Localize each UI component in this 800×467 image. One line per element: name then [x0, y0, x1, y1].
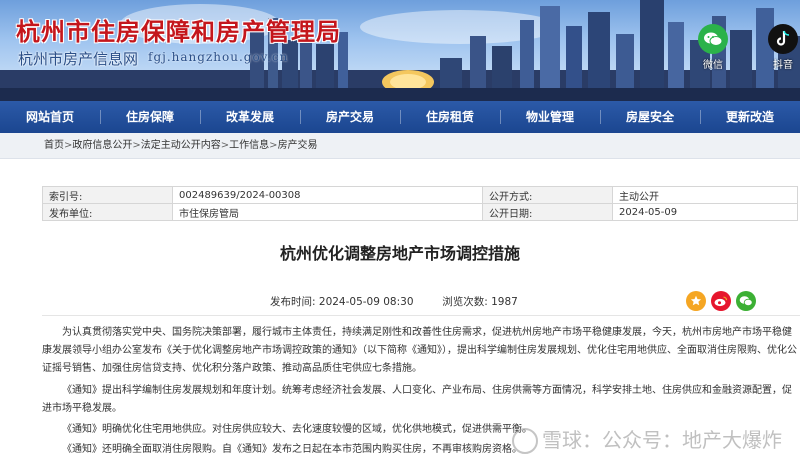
meta-method-label: 公开方式:	[482, 186, 613, 204]
breadcrumb-work-info[interactable]: 工作信息	[229, 140, 269, 151]
douyin-icon	[768, 24, 798, 54]
douyin-link[interactable]: 抖音	[766, 24, 800, 71]
site-domain: fgj.hangzhou.gov.cn	[148, 50, 289, 64]
document-meta-table: 索引号: 002489639/2024-00308 公开方式: 主动公开 发布单…	[42, 186, 798, 221]
article-paragraph: 《通知》提出科学编制住房发展规划和年度计划。统筹考虑经济社会发展、人口变化、产业…	[42, 385, 792, 414]
meta-index-label: 索引号:	[42, 186, 173, 204]
breadcrumb-gov-info[interactable]: 政府信息公开	[72, 140, 132, 151]
nav-item-housing-security[interactable]: 住房保障	[100, 101, 200, 133]
breadcrumb-statutory[interactable]: 法定主动公开内容	[141, 140, 221, 151]
views-label: 浏览次数:	[442, 296, 488, 308]
site-title[interactable]: 杭州市住房保障和房产管理局	[16, 12, 341, 47]
weibo-share-icon[interactable]	[711, 291, 731, 311]
meta-index-value: 002489639/2024-00308	[172, 186, 483, 204]
views-value: 1987	[491, 296, 518, 308]
meta-method-value: 主动公开	[612, 186, 798, 204]
wechat-share-icon[interactable]	[736, 291, 756, 311]
pub-time-label: 发布时间:	[270, 296, 316, 308]
douyin-label: 抖音	[773, 60, 793, 71]
breadcrumb: 首页>政府信息公开>法定主动公开内容>工作信息>房产交易	[0, 133, 800, 159]
site-banner: 杭州市住房保障和房产管理局 杭州市房产信息网 fgj.hangzhou.gov.…	[0, 0, 800, 101]
wechat-label: 微信	[703, 60, 723, 71]
meta-unit-label: 发布单位:	[42, 203, 173, 221]
breadcrumb-property-trade[interactable]: 房产交易	[278, 140, 318, 151]
meta-date-label: 公开日期:	[482, 203, 613, 221]
site-subtitle: 杭州市房产信息网	[18, 50, 139, 68]
watermark-text: 雪球：公众号：地产大爆炸	[542, 428, 782, 452]
nav-item-renewal[interactable]: 更新改造	[700, 101, 800, 133]
breadcrumb-home[interactable]: 首页	[44, 140, 64, 151]
pub-time-value: 2024-05-09 08:30	[318, 296, 414, 308]
main-nav: 网站首页 住房保障 改革发展 房产交易 住房租赁 物业管理 房屋安全 更新改造	[0, 101, 800, 133]
nav-item-property-management[interactable]: 物业管理	[500, 101, 600, 133]
nav-item-building-safety[interactable]: 房屋安全	[600, 101, 700, 133]
divider	[42, 315, 800, 316]
wechat-icon	[698, 24, 728, 54]
nav-item-rental[interactable]: 住房租赁	[400, 101, 500, 133]
nav-item-property-trade[interactable]: 房产交易	[300, 101, 400, 133]
meta-unit-value: 市住保房管局	[172, 203, 483, 221]
nav-item-home[interactable]: 网站首页	[0, 101, 100, 133]
nav-item-reform[interactable]: 改革发展	[200, 101, 300, 133]
article-pubinfo: 发布时间: 2024-05-09 08:30 浏览次数: 1987	[270, 294, 518, 309]
wechat-link[interactable]: 微信	[696, 24, 730, 71]
article-paragraph: 为认真贯彻落实党中央、国务院决策部署，履行城市主体责任，持续满足刚性和改善性住房…	[42, 327, 797, 374]
star-share-icon[interactable]	[686, 291, 706, 311]
meta-date-value: 2024-05-09	[612, 203, 798, 221]
article-title: 杭州优化调整房地产市场调控措施	[279, 244, 520, 263]
